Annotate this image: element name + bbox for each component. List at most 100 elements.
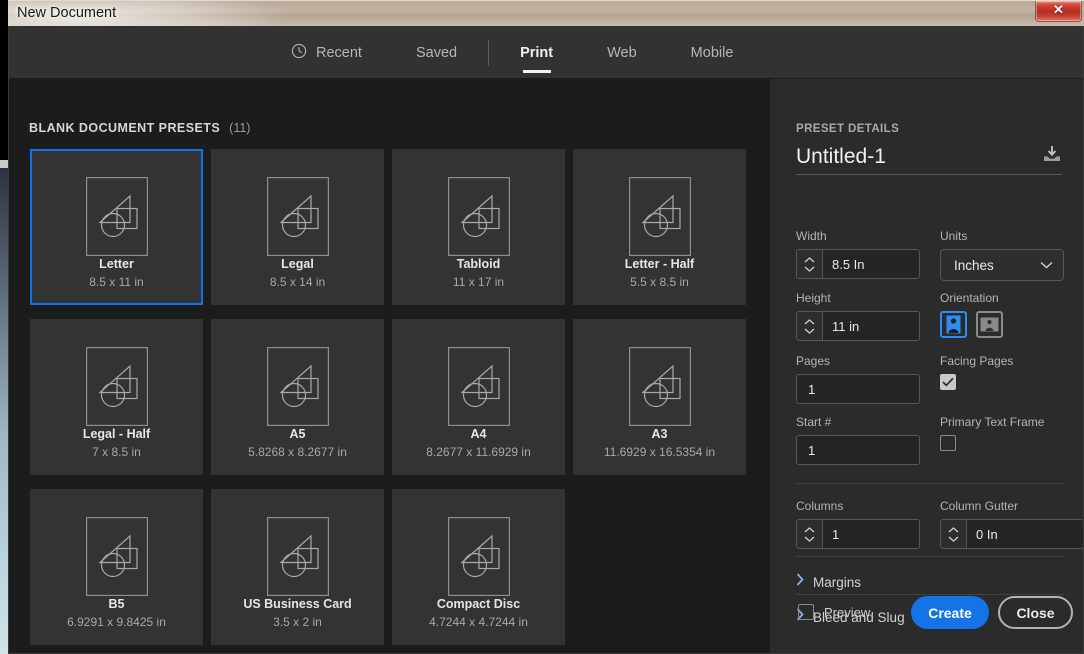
document-preset-icon [447,177,510,257]
facing-pages-checkbox[interactable] [940,374,956,390]
height-stepper[interactable] [797,312,823,340]
pages-input-box[interactable] [796,374,920,404]
portrait-orientation-icon [946,315,961,334]
create-button[interactable]: Create [911,596,989,629]
orientation-label: Orientation [940,291,999,305]
tab-mobile[interactable]: Mobile [664,26,761,79]
desktop-backdrop: New Document ✕ Recent Saved Print Web Mo… [0,0,1084,654]
column-gutter-input[interactable] [967,520,1083,548]
preset-size: 5.8268 x 8.2677 in [248,445,347,459]
preview-checkbox[interactable] [798,604,814,620]
chevron-right-icon [796,573,804,591]
tab-saved-label: Saved [415,44,458,61]
preset-size: 8.5 x 11 in [89,275,144,289]
preset-thumbnail [85,347,148,431]
landscape-orientation-button[interactable] [976,311,1003,338]
preset-card[interactable]: A5 5.8268 x 8.2677 in [211,319,384,475]
height-input[interactable] [823,312,919,340]
start-number-input-box[interactable] [796,435,920,465]
presets-count: (11) [229,121,251,135]
width-input-box[interactable] [796,249,920,279]
preview-toggle[interactable]: Preview [798,604,870,620]
new-document-window: New Document ✕ Recent Saved Print Web Mo… [8,0,1084,654]
preset-size: 11.6929 x 16.5354 in [603,445,716,459]
preset-grid: Letter 8.5 x 11 in Legal 8.5 x 14 in Tablo… [30,149,750,645]
column-gutter-stepper[interactable] [941,520,967,548]
preset-thumbnail [447,347,510,431]
column-gutter-input-box[interactable] [940,519,1083,549]
pages-input[interactable] [797,375,919,403]
columns-input[interactable] [823,520,919,548]
tab-saved[interactable]: Saved [389,26,484,79]
preset-size: 8.5 x 14 in [269,275,326,289]
width-stepper[interactable] [797,250,823,278]
preset-details-panel: PRESET DETAILS Width [769,79,1083,653]
primary-text-frame-checkbox[interactable] [940,435,956,451]
preset-name: Legal [281,257,314,271]
preset-name: Legal - Half [82,427,151,441]
pages-label: Pages [796,354,831,368]
preset-name: Compact Disc [436,597,521,611]
chevron-down-icon [1040,256,1053,274]
preset-thumbnail [266,347,329,431]
preset-name: A3 [651,427,668,441]
preset-card[interactable]: Letter - Half 5.5 x 8.5 in [573,149,746,305]
preset-card[interactable]: B5 6.9291 x 9.8425 in [30,489,203,645]
portrait-orientation-button[interactable] [940,311,967,338]
preset-card[interactable]: A4 8.2677 x 11.6929 in [392,319,565,475]
preset-size: 7 x 8.5 in [92,445,141,459]
width-input[interactable] [823,250,919,278]
document-name-input[interactable] [796,145,1011,169]
primary-text-frame-field: Primary Text Frame [940,415,1064,465]
preset-size: 8.2677 x 11.6929 in [426,445,531,459]
preset-card[interactable]: Legal 8.5 x 14 in [211,149,384,305]
units-value: Inches [954,257,994,273]
preset-name: B5 [108,597,125,611]
preset-name: Letter [99,257,134,271]
tab-print[interactable]: Print [493,26,580,79]
preset-card[interactable]: Legal - Half 7 x 8.5 in [30,319,203,475]
preset-size: 6.9291 x 9.8425 in [67,615,166,629]
preset-card[interactable]: US Business Card 3.5 x 2 in [211,489,384,645]
preset-card[interactable]: Tabloid 11 x 17 in [392,149,565,305]
preset-card[interactable]: Compact Disc 4.7244 x 4.7244 in [392,489,565,645]
pages-field: Pages [796,354,920,404]
preset-card[interactable]: Letter 8.5 x 11 in [30,149,203,305]
window-title: New Document [17,5,117,21]
preview-label: Preview [824,604,871,620]
preset-details-label: PRESET DETAILS [796,123,900,135]
preset-name: A5 [289,427,306,441]
columns-input-box[interactable] [796,519,920,549]
columns-gutter-row: Columns Column Gutter [796,499,1083,549]
presets-panel: BLANK DOCUMENT PRESETS (11) Letter 8.5 x … [9,79,769,653]
facing-pages-field: Facing Pages [940,354,1064,404]
save-preset-icon[interactable] [1042,145,1062,167]
accordion-margins[interactable]: Margins [796,573,1064,591]
columns-label: Columns [796,499,844,513]
height-field: Height [796,291,920,341]
orientation-field: Orientation [940,291,1064,341]
divider-above-margins [796,556,1064,557]
window-close-button[interactable]: ✕ [1035,1,1082,22]
width-units-row: Width Units Inches [796,229,1064,281]
column-gutter-label: Column Gutter [940,499,1019,513]
units-field: Units Inches [940,229,1064,281]
tab-web-label: Web [607,44,637,61]
document-preset-icon [628,177,691,257]
primary-text-frame-label: Primary Text Frame [940,415,1045,429]
start-number-input[interactable] [797,436,919,464]
document-preset-icon [85,177,148,257]
start-primary-row: Start # Primary Text Frame [796,415,1064,465]
height-input-box[interactable] [796,311,920,341]
columns-stepper[interactable] [797,520,823,548]
tab-web[interactable]: Web [580,26,664,79]
tab-recent-label: Recent [316,44,362,61]
units-select[interactable]: Inches [940,249,1064,281]
facing-pages-label: Facing Pages [940,354,1014,368]
close-button[interactable]: Close [998,596,1073,629]
preset-size: 11 x 17 in [452,275,505,289]
document-preset-icon [85,347,148,427]
tab-recent[interactable]: Recent [264,26,389,79]
preset-card[interactable]: A3 11.6929 x 16.5354 in [573,319,746,475]
tab-mobile-label: Mobile [690,44,734,61]
